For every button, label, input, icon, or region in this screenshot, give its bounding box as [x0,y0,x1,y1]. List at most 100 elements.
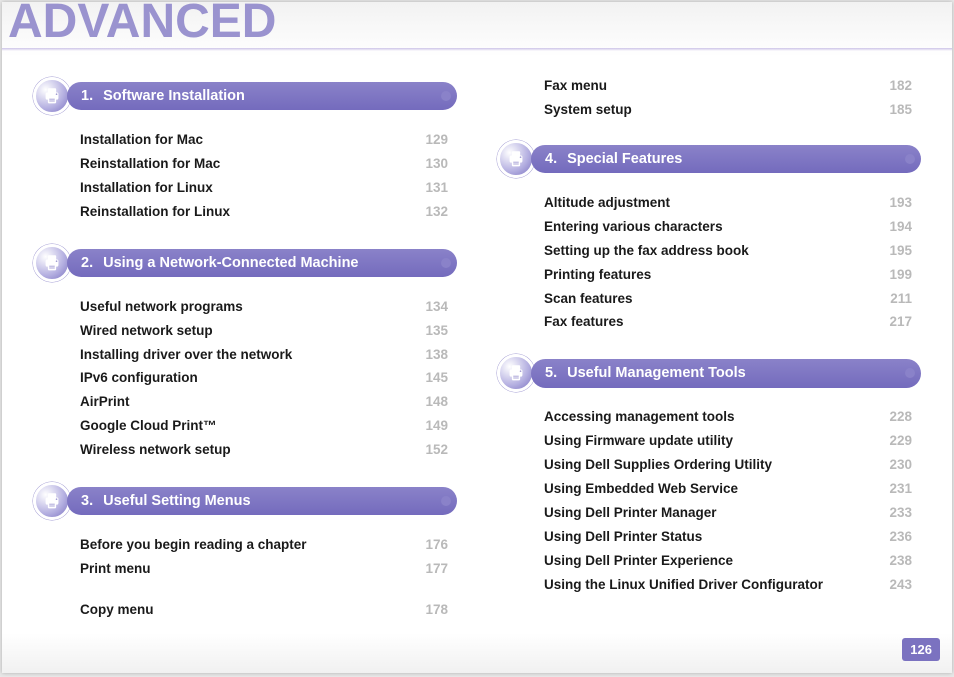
toc-entry[interactable]: Useful network programs134 [80,297,448,318]
toc-entry[interactable]: Using Embedded Web Service231 [544,479,912,500]
section-entries: Installation for Mac 129 Reinstallation fo… [36,130,454,223]
section-title-bar: 1.Software Installation [67,82,457,110]
toc-section: 3.Useful Setting Menus Before you begin r… [36,481,454,580]
toc-entry[interactable]: System setup185 [544,100,912,121]
toc-entry-title: Scan features [544,289,633,310]
toc-entry-title: Installation for Linux [80,178,213,199]
section-entries: Useful network programs134 Wired network … [36,297,454,461]
toc-entry[interactable]: Copy menu 178 [80,600,448,621]
toc-entry[interactable]: IPv6 configuration145 [80,368,448,389]
section-bar-dot [441,258,451,268]
printer-icon [33,482,71,520]
toc-entry-page: 138 [414,345,448,366]
toc-entry-title: Reinstallation for Linux [80,202,230,223]
section-number: 1. [81,87,93,105]
section-entries: Accessing management tools 228 Using Firmw… [500,407,918,595]
section-title-bar: 5. Useful Management Tools [531,359,921,387]
toc-entry-page: 176 [414,535,448,556]
page-title: ADVANCED [8,2,276,49]
toc-entry-page: 129 [414,130,448,151]
toc-entry-title: Useful network programs [80,297,243,318]
toc-entry-title: Using the Linux Unified Driver Configura… [544,575,823,596]
section-title: Useful Management Tools [567,364,903,382]
toc-entry-page: 195 [878,241,912,262]
section-entries: Before you begin reading a chapter 176 Pri… [36,535,454,580]
toc-entry-title: Reinstallation for Mac [80,154,220,175]
toc-entry-page: 236 [878,527,912,548]
toc-section: 1.Software Installation Installation for … [36,76,454,223]
toc-entry[interactable]: Reinstallation for Linux 132 [80,202,448,223]
toc-columns: 1.Software Installation Installation for … [36,76,918,639]
toc-entry-page: 238 [878,551,912,572]
section-number: 5. [545,364,557,382]
section-header[interactable]: 4.Special Features [500,139,918,179]
toc-entry-page: 131 [414,178,448,199]
toc-entry-title: Altitude adjustment [544,193,670,214]
toc-entry[interactable]: Scan features 211 [544,289,912,310]
toc-entry-page: 228 [878,407,912,428]
toc-entry-title: IPv6 configuration [80,368,198,389]
toc-entry[interactable]: Using Dell Printer Status 236 [544,527,912,548]
toc-entry-title: Using Dell Printer Status [544,527,702,548]
section-number: 2. [81,254,93,272]
toc-entry-page: 135 [414,321,448,342]
toc-entry-page: 243 [878,575,912,596]
section-header[interactable]: 1.Software Installation [36,76,454,116]
toc-entry[interactable]: Installation for Mac 129 [80,130,448,151]
section-header[interactable]: 2. Using a Network-Connected Machine [36,243,454,283]
toc-entry[interactable]: Using Dell Supplies Ordering Utility 230 [544,455,912,476]
toc-entry-title: Fax features [544,312,624,333]
toc-entry-page: 233 [878,503,912,524]
toc-entry-title: Printing features [544,265,651,286]
toc-entry[interactable]: AirPrint148 [80,392,448,413]
toc-section: 5. Useful Management Tools Accessing manag… [500,353,918,595]
toc-entry[interactable]: Accessing management tools 228 [544,407,912,428]
toc-entry[interactable]: Reinstallation for Mac130 [80,154,448,175]
section-header[interactable]: 3.Useful Setting Menus [36,481,454,521]
toc-entry[interactable]: Before you begin reading a chapter 176 [80,535,448,556]
toc-entry-title: Copy menu [80,600,154,621]
toc-entry-page: 211 [878,289,912,310]
toc-entry[interactable]: Installing driver over the network138 [80,345,448,366]
toc-entry[interactable]: Using the Linux Unified Driver Configura… [544,575,912,596]
section-header[interactable]: 5. Useful Management Tools [500,353,918,393]
toc-entry[interactable]: Altitude adjustment193 [544,193,912,214]
toc-entry-title: Google Cloud Print™ [80,416,217,437]
toc-entry[interactable]: Google Cloud Print™ 149 [80,416,448,437]
printer-icon [497,354,535,392]
section-title-bar: 4.Special Features [531,145,921,173]
toc-section: 2. Using a Network-Connected Machine Usefu… [36,243,454,461]
toc-entry[interactable]: Wired network setup135 [80,321,448,342]
section-title: Special Features [567,150,903,168]
toc-entry-title: Using Dell Supplies Ordering Utility [544,455,772,476]
toc-entry[interactable]: Using Dell Printer Manager233 [544,503,912,524]
toc-entry-page: 149 [414,416,448,437]
toc-entry[interactable]: Installation for Linux 131 [80,178,448,199]
printer-icon [33,244,71,282]
toc-entry[interactable]: Setting up the fax address book 195 [544,241,912,262]
toc-entry[interactable]: Entering various characters 194 [544,217,912,238]
toc-entry-page: 152 [414,440,448,461]
toc-entry[interactable]: Printing features199 [544,265,912,286]
toc-entry-title: Installation for Mac [80,130,203,151]
section-bar-dot [441,496,451,506]
toc-entry-page: 178 [414,600,448,621]
page: ADVANCED 1.Software Installation Installa… [2,2,952,673]
toc-entry-title: Setting up the fax address book [544,241,749,262]
toc-entry-title: Entering various characters [544,217,723,238]
toc-entry-page: 132 [414,202,448,223]
toc-entry-title: Accessing management tools [544,407,735,428]
toc-entry-page: 230 [878,455,912,476]
section-title: Using a Network-Connected Machine [103,254,439,272]
toc-entry-page: 194 [878,217,912,238]
section-title-bar: 3.Useful Setting Menus [67,487,457,515]
toc-entry[interactable]: Using Firmware update utility229 [544,431,912,452]
toc-entry-page: 229 [878,431,912,452]
toc-entry[interactable]: Wireless network setup152 [80,440,448,461]
toc-entry[interactable]: Using Dell Printer Experience238 [544,551,912,572]
toc-entry[interactable]: Print menu177 [80,559,448,580]
toc-entry[interactable]: Fax features217 [544,312,912,333]
toc-entry-title: Before you begin reading a chapter [80,535,307,556]
toc-entry[interactable]: Fax menu182 [544,76,912,97]
footer-gradient [2,633,952,673]
